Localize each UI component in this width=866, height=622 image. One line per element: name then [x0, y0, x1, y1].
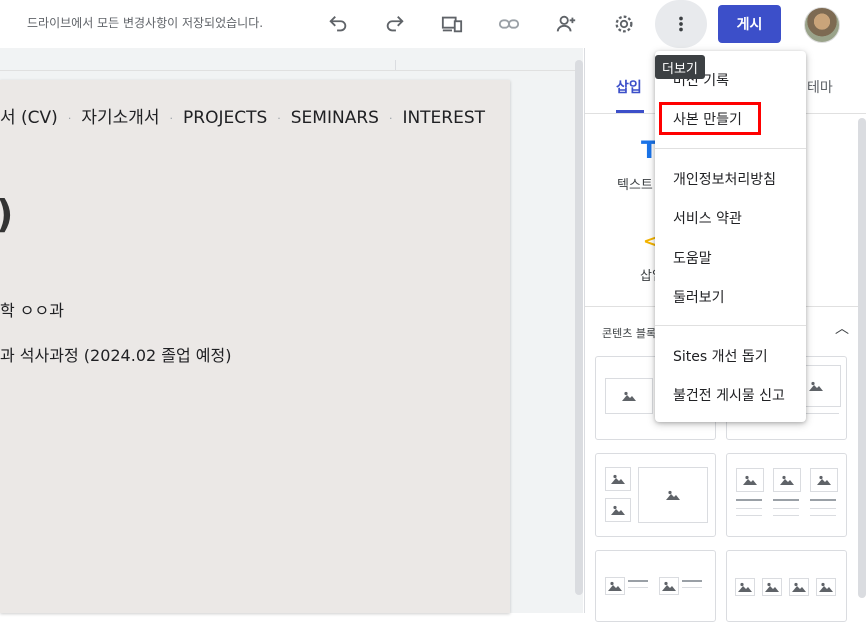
top-toolbar: 드라이브에서 모든 변경사항이 저장되었습니다. 게시 — [0, 0, 866, 48]
menu-item-tour[interactable]: 둘러보기 — [673, 287, 725, 307]
image-placeholder-icon — [659, 577, 679, 595]
menu-item-privacy-policy[interactable]: 개인정보처리방침 — [673, 169, 776, 189]
text-line-placeholder — [736, 515, 762, 516]
body-text-line-1: 학 ㅇㅇ과 — [0, 301, 64, 320]
text-box-label: 텍스트 — [617, 178, 653, 193]
avatar[interactable] — [804, 7, 840, 43]
nav-separator: · — [169, 111, 174, 125]
menu-item-terms[interactable]: 서비스 약관 — [673, 208, 742, 228]
image-placeholder-icon — [810, 468, 838, 492]
text-line-placeholder — [810, 515, 836, 516]
chevron-up-icon[interactable]: ︿ — [835, 318, 849, 338]
more-tooltip: 더보기 — [655, 55, 705, 79]
text-line-placeholder — [773, 515, 799, 516]
page-heading-fragment: ) — [0, 192, 13, 236]
nav-separator: · — [388, 111, 393, 125]
ruler — [0, 60, 575, 71]
site-page-canvas[interactable]: 서 (CV) · 자기소개서 · PROJECTS · SEMINARS · INTEREST … — [0, 80, 510, 613]
text-line-placeholder — [628, 587, 648, 588]
nav-item-cv[interactable]: 서 (CV) — [0, 108, 58, 128]
nav-separator: · — [67, 111, 72, 125]
content-blocks-label: 콘텐츠 블록 — [602, 327, 657, 340]
image-placeholder-icon — [762, 578, 782, 596]
panel-scrollbar[interactable] — [858, 118, 866, 598]
menu-divider — [655, 148, 806, 149]
nav-item-seminars[interactable]: SEMINARS — [291, 108, 379, 128]
menu-item-help[interactable]: 도움말 — [673, 248, 712, 268]
text-line-placeholder — [628, 580, 648, 582]
text-line-placeholder — [682, 580, 702, 582]
editor-scrollbar[interactable] — [575, 60, 583, 595]
nav-item-intro[interactable]: 자기소개서 — [81, 108, 159, 128]
site-nav: 서 (CV) · 자기소개서 · PROJECTS · SEMINARS · INTEREST — [0, 103, 485, 128]
text-line-placeholder — [773, 508, 799, 509]
menu-item-feedback[interactable]: Sites 개선 돕기 — [673, 346, 768, 366]
nav-item-interest[interactable]: INTEREST — [402, 108, 485, 128]
menu-item-report-abuse[interactable]: 불건전 게시물 신고 — [673, 385, 785, 405]
content-block-card[interactable] — [726, 453, 847, 537]
share-icon[interactable] — [548, 6, 584, 42]
preview-icon[interactable] — [434, 6, 470, 42]
settings-icon[interactable] — [606, 6, 642, 42]
content-block-card[interactable] — [595, 550, 716, 622]
image-placeholder-icon — [735, 578, 755, 596]
image-placeholder-icon — [605, 498, 631, 522]
save-status: 드라이브에서 모든 변경사항이 저장되었습니다. — [27, 16, 264, 30]
image-placeholder-icon — [638, 467, 708, 523]
text-line-placeholder — [773, 499, 799, 501]
more-vert-icon[interactable] — [655, 0, 707, 48]
undo-icon[interactable] — [320, 6, 356, 42]
highlight-box — [659, 102, 761, 135]
publish-button[interactable]: 게시 — [718, 5, 781, 43]
image-placeholder-icon — [605, 378, 653, 414]
text-line-placeholder — [736, 508, 762, 509]
image-placeholder-icon — [736, 468, 764, 492]
image-placeholder-icon — [605, 467, 631, 491]
content-block-card[interactable] — [595, 453, 716, 537]
image-placeholder-icon — [789, 578, 809, 596]
redo-icon[interactable] — [377, 6, 413, 42]
image-placeholder-icon — [773, 468, 801, 492]
image-placeholder-icon — [605, 577, 625, 595]
text-line-placeholder — [810, 499, 836, 501]
body-text-line-2: 과 석사과정 (2024.02 졸업 예정) — [0, 346, 232, 365]
tab-theme[interactable]: 테마 — [807, 77, 833, 97]
text-line-placeholder — [810, 508, 836, 509]
ruler-marker — [395, 60, 396, 70]
text-line-placeholder — [736, 499, 762, 501]
nav-item-projects[interactable]: PROJECTS — [183, 108, 267, 128]
text-line-placeholder — [682, 587, 702, 588]
image-placeholder-icon — [816, 578, 836, 596]
nav-separator: · — [277, 111, 281, 125]
content-block-card[interactable] — [726, 550, 847, 622]
link-icon[interactable] — [491, 6, 527, 42]
tab-insert[interactable]: 삽입 — [616, 77, 642, 97]
menu-divider — [655, 325, 806, 326]
